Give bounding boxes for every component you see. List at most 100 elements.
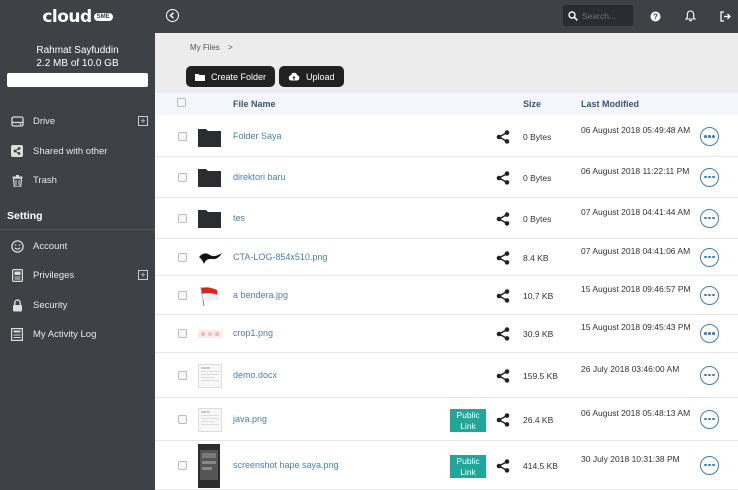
more-options-button[interactable] — [700, 409, 719, 429]
row-checkbox[interactable] — [178, 370, 187, 380]
dot — [704, 332, 707, 335]
dot — [712, 255, 715, 259]
sidebar-item-label: My Activity Log — [33, 329, 97, 341]
table-row[interactable]: CTA-LOG-854x510.png 8.4 KB 07 August 2018 … — [155, 239, 738, 276]
file-name-link[interactable]: CTA-LOG-854x510.png — [233, 252, 327, 262]
table-row[interactable]: a bendera.jpg 10.7 KB 15 August 2018 09:46… — [155, 276, 738, 315]
dot — [708, 293, 711, 297]
dot — [708, 135, 711, 138]
more-options-button[interactable] — [700, 127, 719, 146]
more-options-button[interactable] — [700, 167, 719, 187]
breadcrumb-root[interactable]: My Files — [190, 43, 220, 52]
file-name-link[interactable]: direktori baru — [233, 172, 286, 182]
share-icon[interactable] — [496, 368, 510, 383]
file-name-link[interactable]: java.png — [233, 414, 267, 424]
row-checkbox[interactable] — [178, 172, 187, 182]
sidebar-item-security[interactable]: Security — [0, 291, 155, 321]
bell-icon[interactable] — [684, 10, 696, 22]
file-size: 0 Bytes — [523, 172, 552, 183]
public-link-badge[interactable]: Public Link — [450, 408, 486, 432]
setting-nav: Account Privileges + Security My Activit… — [0, 232, 155, 350]
row-checkbox[interactable] — [178, 414, 187, 424]
file-size: 414.5 KB — [523, 460, 558, 471]
select-all-checkbox[interactable] — [177, 98, 186, 107]
share-icon[interactable] — [496, 458, 510, 473]
file-name-link[interactable]: a bendera.jpg — [233, 290, 288, 300]
share-icon[interactable] — [496, 250, 510, 265]
folder-icon — [198, 168, 221, 187]
sidebar-item-drive[interactable]: Drive + — [0, 107, 155, 137]
smile-icon — [10, 239, 24, 253]
expand-privileges-button[interactable]: + — [138, 270, 148, 280]
more-options-button[interactable] — [700, 455, 719, 475]
logout-icon[interactable] — [719, 10, 731, 22]
share-icon[interactable] — [496, 211, 510, 226]
dot — [704, 135, 707, 138]
file-name-link[interactable]: screenshot hape saya.png — [233, 460, 339, 470]
id-card-icon — [10, 269, 24, 283]
dot — [704, 293, 707, 297]
drive-icon — [10, 115, 24, 129]
search-box[interactable] — [563, 5, 633, 26]
table-row[interactable]: direktori baru 0 Bytes 06 August 2018 11:2… — [155, 157, 738, 198]
dot — [704, 175, 707, 179]
share-icon — [10, 144, 24, 158]
create-folder-button[interactable]: Create Folder — [186, 66, 276, 87]
share-icon[interactable] — [496, 327, 510, 341]
image-thumbnail — [198, 443, 220, 488]
file-name-link[interactable]: Folder Saya — [233, 131, 282, 141]
share-icon[interactable] — [496, 130, 510, 144]
share-icon[interactable] — [496, 170, 510, 185]
file-name-link[interactable]: demo.docx — [233, 370, 277, 380]
upload-button[interactable]: Upload — [279, 66, 344, 87]
header-size[interactable]: Size — [523, 99, 541, 109]
table-row[interactable]: screenshot hape saya.png Public Link 414.5… — [155, 441, 738, 490]
row-checkbox[interactable] — [178, 132, 187, 141]
file-name-link[interactable]: tes — [233, 213, 245, 223]
table-row[interactable]: Folder Saya 0 Bytes 06 August 2018 05:49:4… — [155, 117, 738, 157]
more-options-button[interactable] — [700, 247, 719, 267]
table-row[interactable]: demo.docx 159.5 KB 26 July 2018 03:46:00 A… — [155, 353, 738, 398]
table-row[interactable]: tes 0 Bytes 07 August 2018 04:41:44 AM — [155, 198, 738, 239]
row-checkbox[interactable] — [178, 213, 187, 223]
dot — [712, 332, 715, 335]
more-options-button[interactable] — [700, 324, 719, 343]
header-file-name[interactable]: File Name — [233, 99, 276, 109]
expand-drive-button[interactable]: + — [138, 116, 148, 126]
create-folder-label: Create Folder — [211, 71, 267, 82]
sidebar-item-account[interactable]: Account — [0, 232, 155, 262]
dot — [704, 417, 707, 421]
quota-bar — [7, 73, 148, 87]
file-size: 8.4 KB — [523, 252, 549, 263]
table-row[interactable]: java.png Public Link 26.4 KB 06 August 2018… — [155, 398, 738, 441]
table-row[interactable]: crop1.png 30.9 KB 15 August 2018 09:45:43 … — [155, 315, 738, 353]
collapse-sidebar-icon[interactable] — [166, 9, 179, 22]
header-last-modified[interactable]: Last Modified — [581, 99, 639, 109]
sidebar-item-label: Account — [33, 240, 68, 252]
sidebar-item-shared[interactable]: Shared with other — [0, 137, 155, 167]
more-options-button[interactable] — [700, 285, 719, 305]
search-input[interactable] — [582, 10, 632, 21]
last-modified: 15 August 2018 09:45:43 PM — [581, 322, 691, 332]
row-checkbox[interactable] — [178, 290, 187, 300]
toolbar: My Files > Create Folder Upload — [155, 33, 738, 93]
image-thumbnail — [198, 285, 220, 307]
last-modified: 07 August 2018 04:41:44 AM — [581, 206, 691, 217]
dot — [712, 135, 715, 138]
logo[interactable]: cloud SME — [0, 0, 155, 33]
share-icon[interactable] — [496, 288, 510, 303]
main-nav: Drive + Shared with other Trash — [0, 107, 155, 196]
file-name-link[interactable]: crop1.png — [233, 328, 273, 338]
row-checkbox[interactable] — [178, 460, 187, 470]
row-checkbox[interactable] — [178, 329, 187, 338]
sidebar-item-privileges[interactable]: Privileges + — [0, 261, 155, 291]
sidebar-item-trash[interactable]: Trash — [0, 166, 155, 196]
help-icon[interactable]: ? — [649, 10, 661, 22]
more-options-button[interactable] — [700, 365, 719, 385]
public-link-badge[interactable]: Public Link — [450, 454, 486, 478]
sidebar-item-activity-log[interactable]: My Activity Log — [0, 320, 155, 350]
document-thumbnail — [198, 363, 222, 388]
share-icon[interactable] — [496, 412, 510, 427]
row-checkbox[interactable] — [178, 252, 187, 262]
more-options-button[interactable] — [700, 208, 719, 228]
